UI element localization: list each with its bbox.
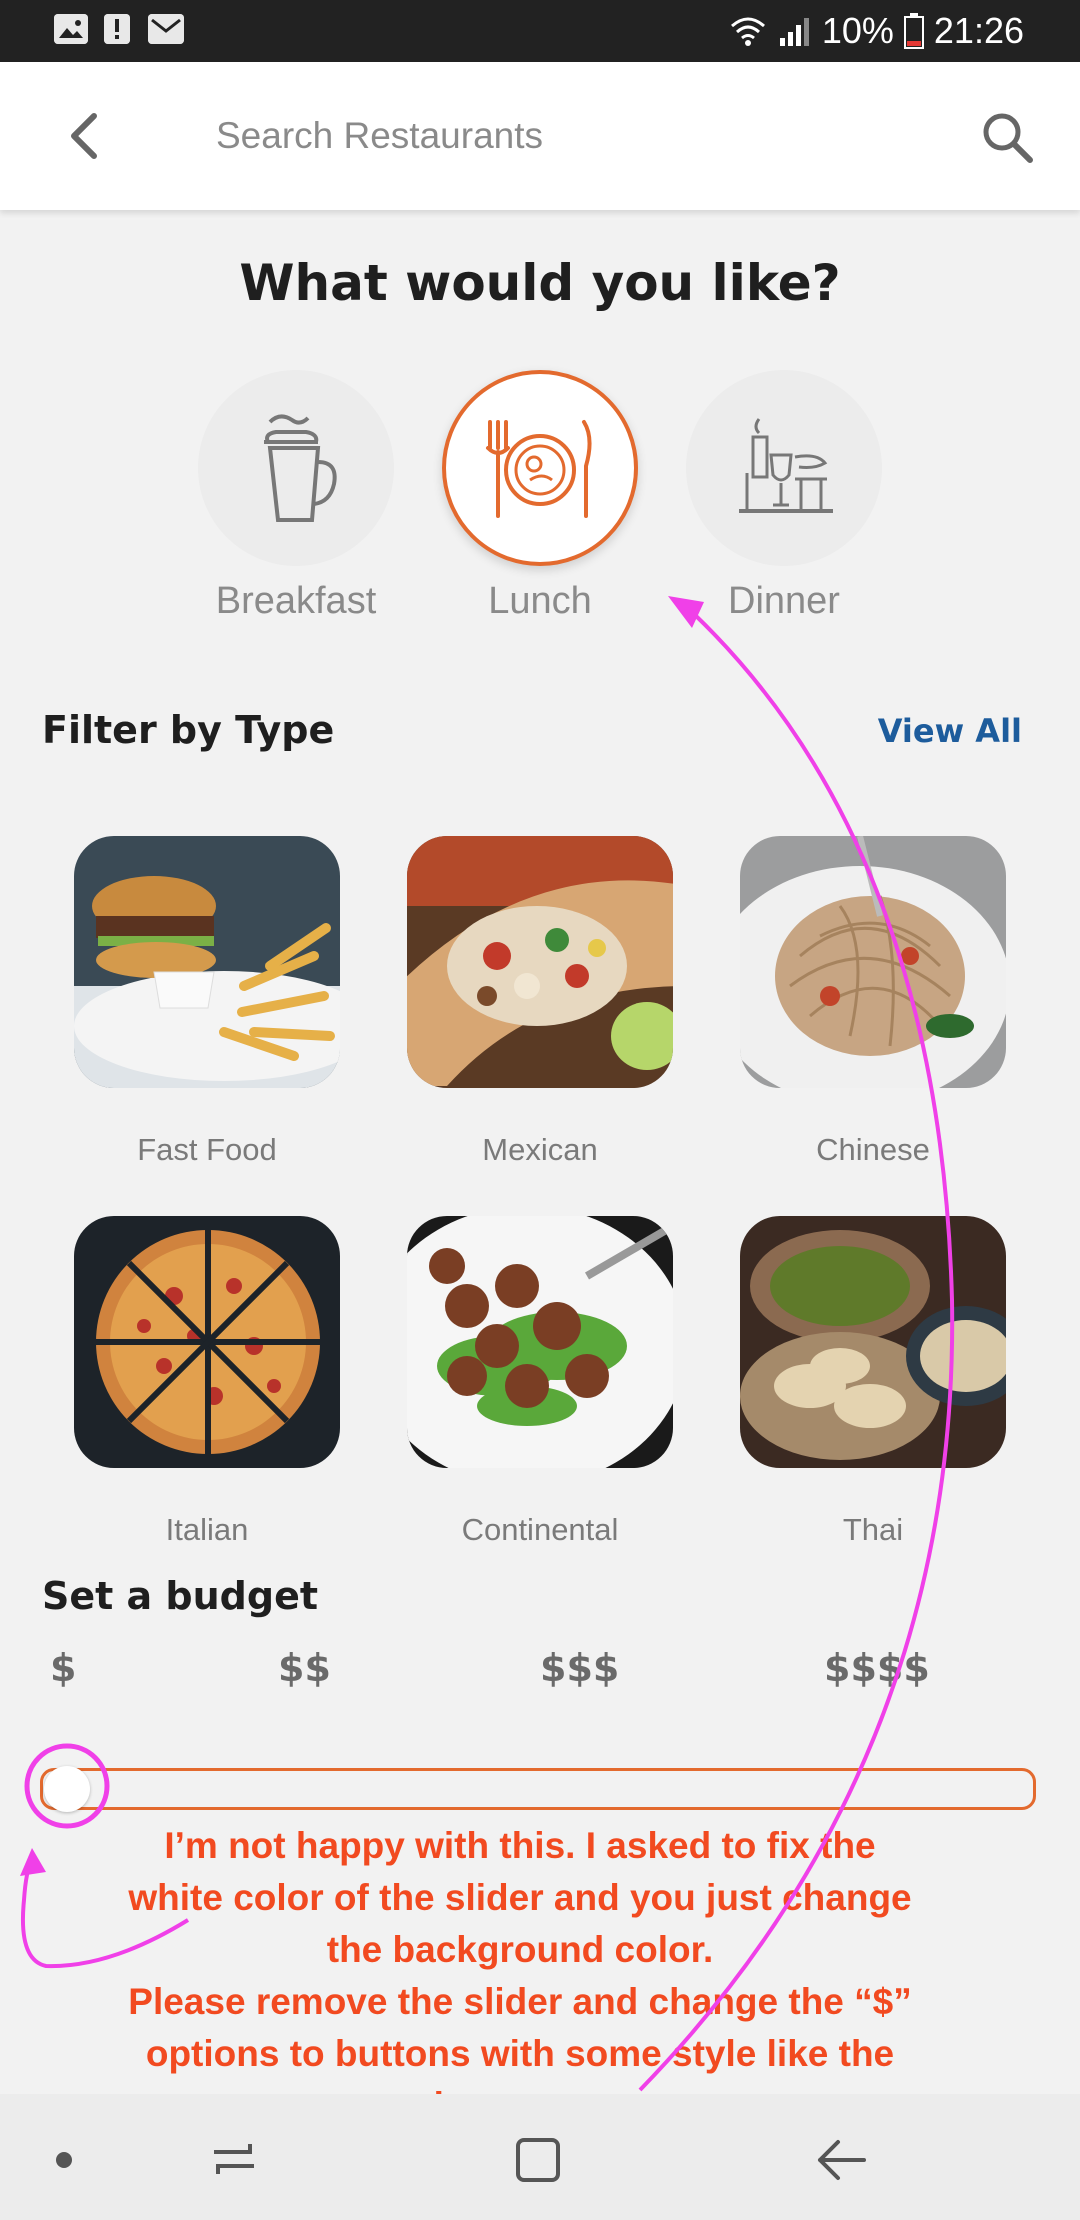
fast-food-image (74, 836, 340, 1088)
type-tile-thai[interactable]: Thai (740, 1216, 1006, 1548)
type-label: Chinese (816, 1132, 930, 1167)
home-square-icon (516, 2138, 560, 2182)
annotation-line: Please remove the slider and change the … (128, 1981, 912, 2022)
coffee-cup-icon (264, 414, 337, 522)
search-button[interactable] (978, 108, 1038, 168)
meal-icon-circle (442, 370, 638, 566)
budget-option-4[interactable]: $$$$ (824, 1646, 930, 1690)
type-tile-chinese[interactable]: Chinese (740, 836, 1006, 1168)
meal-icon-circle (686, 370, 882, 566)
budget-slider-thumb[interactable] (44, 1766, 90, 1812)
system-nav-bar (0, 2094, 1080, 2220)
search-icon (983, 113, 1033, 163)
budget-option-3[interactable]: $$$ (540, 1646, 619, 1690)
meal-label: Lunch (488, 580, 592, 622)
annotation-line: white color of the slider and you just c… (128, 1877, 912, 1918)
meal-label: Dinner (728, 580, 840, 622)
status-right: 10% 21:26 (728, 8, 1024, 54)
search-app-bar (0, 62, 1080, 210)
type-tile-continental[interactable]: Continental (407, 1216, 673, 1548)
signal-icon (779, 18, 809, 46)
annotation-line: the background color. (326, 1929, 714, 1970)
chinese-image (740, 836, 1006, 1088)
review-annotation-text: I’m not happy with this. I asked to fix … (20, 1820, 1020, 2132)
dot-icon (56, 2152, 72, 2168)
type-label: Fast Food (137, 1132, 277, 1167)
back-icon (818, 2140, 866, 2180)
search-input[interactable] (214, 104, 918, 168)
annotation-line: options to buttons with some style like … (145, 2033, 895, 2074)
type-label: Mexican (482, 1132, 598, 1167)
budget-option-1[interactable]: $ (50, 1646, 76, 1690)
recent-apps-button[interactable] (204, 2130, 264, 2190)
filter-section-title: Filter by Type (42, 708, 335, 752)
thai-image (740, 1216, 1006, 1468)
view-all-link[interactable]: View All (878, 712, 1022, 750)
back-nav-button[interactable] (812, 2130, 872, 2190)
home-button[interactable] (508, 2130, 568, 2190)
mexican-image (407, 836, 673, 1088)
type-label: Italian (165, 1512, 249, 1547)
nav-dot-button[interactable] (34, 2130, 94, 2190)
continental-image (407, 1216, 673, 1468)
dinner-table-icon (739, 418, 833, 513)
clock: 21:26 (933, 10, 1024, 51)
type-tile-italian[interactable]: Italian (74, 1216, 340, 1548)
back-arrow-icon (71, 113, 97, 159)
italian-image (74, 1216, 340, 1468)
budget-section-title: Set a budget (42, 1574, 319, 1618)
mail-notification-icon (148, 14, 184, 44)
budget-option-2[interactable]: $$ (278, 1646, 331, 1690)
battery-icon (903, 13, 924, 49)
annotation-line: I’m not happy with this. I asked to fix … (164, 1825, 876, 1866)
meal-option-breakfast[interactable]: Breakfast (196, 370, 396, 623)
budget-slider-track[interactable] (40, 1768, 1036, 1810)
page-title: What would you like? (239, 254, 841, 312)
type-tile-mexican[interactable]: Mexican (407, 836, 673, 1168)
back-button[interactable] (58, 106, 118, 166)
meal-icon-circle (198, 370, 394, 566)
battery-percent: 10% (821, 10, 894, 51)
plate-cutlery-icon (486, 420, 592, 518)
meal-option-lunch[interactable]: Lunch (440, 370, 640, 623)
meal-option-dinner[interactable]: Dinner (684, 370, 884, 623)
recent-apps-icon (214, 2144, 254, 2174)
gallery-notification-icon (54, 14, 88, 44)
meal-label: Breakfast (215, 580, 377, 622)
status-bar: 10% 21:26 (0, 0, 1080, 62)
alert-notification-icon (104, 14, 130, 44)
wifi-icon (730, 17, 765, 46)
type-label: Continental (461, 1512, 619, 1547)
type-tile-fast-food[interactable]: Fast Food (74, 836, 340, 1168)
type-label: Thai (842, 1512, 904, 1547)
